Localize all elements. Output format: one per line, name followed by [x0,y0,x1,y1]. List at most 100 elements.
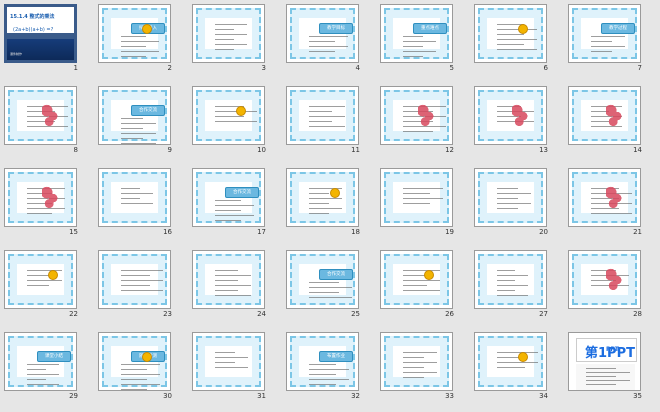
slide-preview[interactable] [380,168,453,227]
slide-preview[interactable] [98,168,171,227]
content-area [581,264,629,295]
title-band [7,39,74,60]
slide-preview[interactable]: 探究导入 [98,4,171,63]
text-line [309,282,339,284]
slide-preview[interactable] [474,86,547,145]
content-area [17,182,65,215]
slide-preview[interactable] [568,168,641,227]
slide-thumbnail-25[interactable]: 合作交流 25 [284,248,378,330]
slide-preview[interactable] [4,168,77,227]
slide-preview[interactable] [474,4,547,63]
text-line [121,123,156,125]
slide-thumbnail-4[interactable]: 教学目标 4 [284,2,378,84]
slide-thumbnail-6[interactable]: 6 [472,2,566,84]
slide-thumbnail-28[interactable]: 28 [566,248,660,330]
slide-preview[interactable] [98,250,171,309]
slide-preview[interactable]: 教学过程 [568,4,641,63]
slide-thumbnail-7[interactable]: 教学过程 7 [566,2,660,84]
slide-preview[interactable]: 布置作业 [286,332,359,391]
slide-thumbnail-20[interactable]: 20 [472,166,566,248]
slide-thumbnail-10[interactable]: 10 [190,84,284,166]
slide-thumbnail-24[interactable]: 24 [190,248,284,330]
slide-preview[interactable] [192,4,265,63]
text-line [497,208,518,210]
slide-heading-text: 合作交流 [139,108,157,113]
slide-thumbnail-14[interactable]: 14 [566,84,660,166]
sticker-icon [518,352,528,362]
slide-preview[interactable] [568,250,641,309]
slide-preview[interactable]: 教学目标 [286,4,359,63]
slide-thumbnail-16[interactable]: 16 [96,166,190,248]
flower-decoration-icon [606,104,622,126]
slide-number: 4 [355,64,360,72]
slide-thumbnail-21[interactable]: 21 [566,166,660,248]
text-line [309,36,348,38]
slide-thumbnail-22[interactable]: 22 [2,248,96,330]
dashed-frame [196,336,261,387]
slide-thumbnail-3[interactable]: 3 [190,2,284,84]
slide-preview[interactable] [286,86,359,145]
slide-thumbnail-12[interactable]: 12 [378,84,472,166]
slide-preview[interactable] [192,86,265,145]
text-line [121,143,156,144]
slide-number: 3 [261,64,266,72]
slide-preview[interactable] [474,168,547,227]
slide-thumbnail-19[interactable]: 19 [378,166,472,248]
logo-slide[interactable]: 第1PPT PPT [568,332,641,391]
slide-thumbnail-9[interactable]: 合作交流 9 [96,84,190,166]
slide-preview[interactable] [474,250,547,309]
slide-preview[interactable] [192,250,265,309]
slide-thumbnail-27[interactable]: 27 [472,248,566,330]
slide-thumbnail-26[interactable]: 26 [378,248,472,330]
slide-preview[interactable]: 合作交流 [98,86,171,145]
slide-preview[interactable]: 合作交流 [286,250,359,309]
slide-preview[interactable] [380,332,453,391]
slide-preview[interactable]: 合作交流 [192,168,265,227]
slide-preview[interactable] [192,332,265,391]
slide-number: 14 [633,146,642,154]
slide-thumbnail-30[interactable]: 随堂检测 30 [96,330,190,412]
text-line [121,389,147,390]
text-line [27,275,49,277]
slide-preview[interactable]: 重点难点 [380,4,453,63]
text-line [309,121,332,123]
title-slide[interactable]: 15.1.4 整式的乘法 (2a+b)(a+b) =? 课件制作 [4,4,77,63]
slide-thumbnail-2[interactable]: 探究导入2 [96,2,190,84]
slide-thumbnail-8[interactable]: 8 [2,84,96,166]
slide-preview[interactable]: 课堂小结 [4,332,77,391]
dashed-frame: 教学目标 [290,8,355,59]
slide-thumbnail-1[interactable]: 15.1.4 整式的乘法 (2a+b)(a+b) =? 课件制作 1 [2,2,96,84]
text-line [403,198,443,200]
slide-thumbnail-29[interactable]: 课堂小结 29 [2,330,96,412]
slide-thumbnail-17[interactable]: 合作交流 17 [190,166,284,248]
slide-thumbnail-32[interactable]: 布置作业 32 [284,330,378,412]
slide-thumbnail-23[interactable]: 23 [96,248,190,330]
slide-thumbnail-18[interactable]: 18 [284,166,378,248]
slide-thumbnail-15[interactable]: 15 [2,166,96,248]
slide-preview[interactable] [568,86,641,145]
text-line [121,285,150,287]
text-line [121,270,163,272]
slide-thumbnail-13[interactable]: 13 [472,84,566,166]
text-line [497,34,524,36]
slide-number: 15 [69,228,78,236]
slide-thumbnail-35[interactable]: 第1PPT PPT 35 [566,330,660,412]
slide-preview[interactable]: 随堂检测 [98,332,171,391]
sticker-icon [142,24,152,34]
slide-preview[interactable] [380,250,453,309]
text-line [309,297,352,299]
slide-thumbnail-5[interactable]: 重点难点 5 [378,2,472,84]
content-area [487,264,534,297]
text-line [215,220,241,222]
slide-preview[interactable] [286,168,359,227]
slide-preview[interactable] [380,86,453,145]
slide-title: 15.1.4 整式的乘法 [10,14,55,20]
slide-thumbnail-11[interactable]: 11 [284,84,378,166]
content-area: 随堂检测 [111,346,165,390]
slide-preview[interactable] [4,250,77,309]
slide-preview[interactable] [4,86,77,145]
slide-preview[interactable] [474,332,547,391]
slide-thumbnail-31[interactable]: 31 [190,330,284,412]
slide-thumbnail-34[interactable]: 34 [472,330,566,412]
slide-thumbnail-33[interactable]: 33 [378,330,472,412]
